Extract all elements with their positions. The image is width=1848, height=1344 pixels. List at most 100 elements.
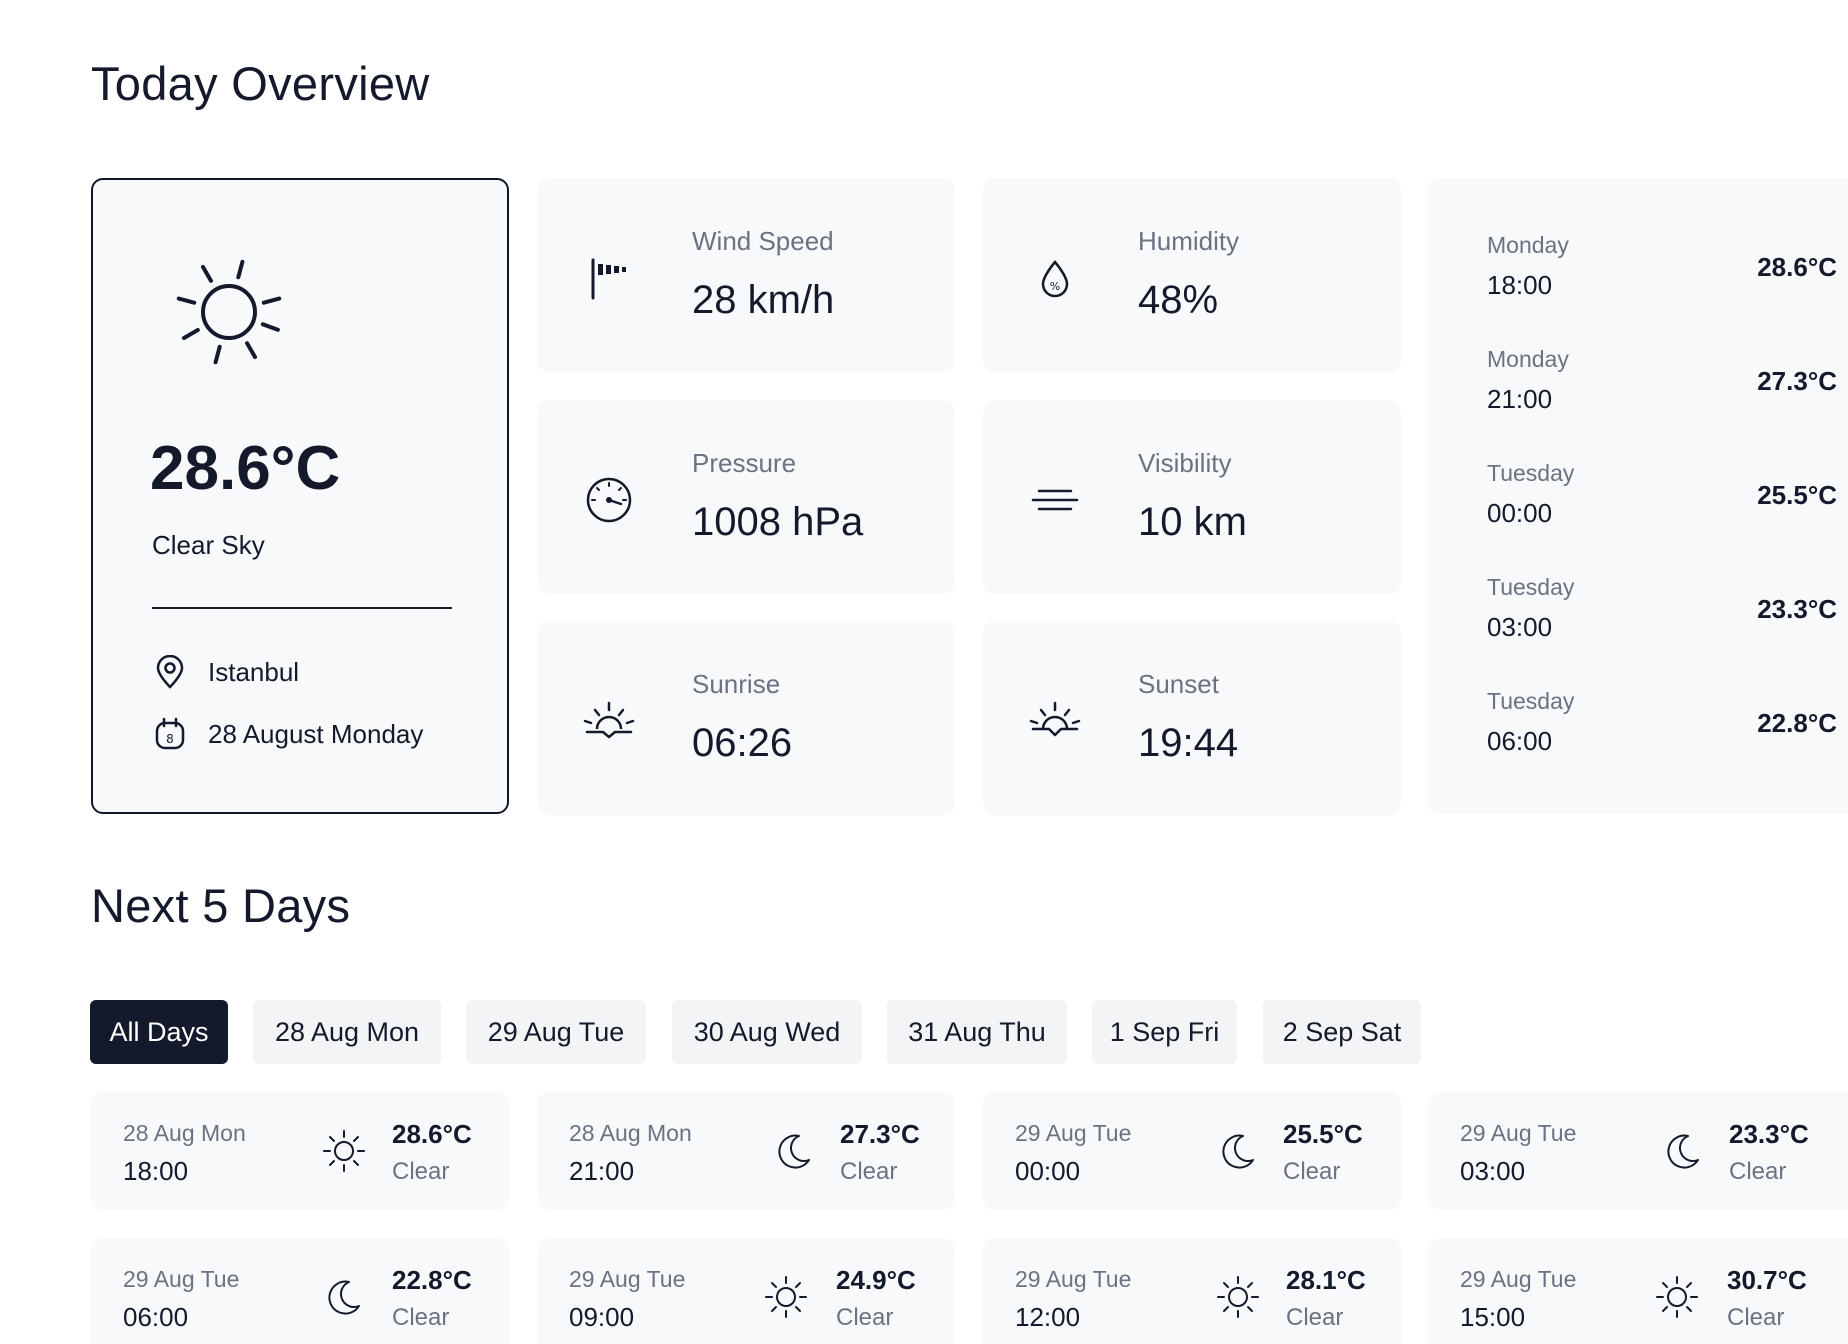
forecast-temp: 28.1°C: [1286, 1265, 1366, 1295]
forecast-card[interactable]: 29 Aug Tue 15:00 30.7°C Clear: [1428, 1238, 1848, 1344]
pressure-card[interactable]: Pressure 1008 hPa: [537, 400, 955, 594]
forecast-temp: 27.3°C: [840, 1119, 920, 1149]
humidity-drop-icon: %: [1027, 250, 1083, 306]
forecast-card[interactable]: 28 Aug Mon 21:00 27.3°C Clear: [537, 1092, 955, 1210]
hourly-item[interactable]: Monday 18:00 28.6°C: [1487, 232, 1837, 312]
tab-29-aug-tue[interactable]: 29 Aug Tue: [466, 1000, 646, 1064]
svg-text:%: %: [1050, 280, 1060, 293]
date-row: 8 28 August Monday: [154, 717, 423, 751]
hourly-time: 06:00: [1487, 726, 1553, 756]
hourly-temp: 23.3°C: [1757, 594, 1837, 624]
sunrise-label: Sunrise: [692, 669, 781, 699]
sun-icon: [1656, 1276, 1698, 1318]
forecast-date: 28 Aug Mon: [123, 1120, 246, 1146]
forecast-temp: 23.3°C: [1729, 1119, 1809, 1149]
forecast-time: 00:00: [1015, 1156, 1081, 1186]
forecast-temp: 24.9°C: [836, 1265, 916, 1295]
sunset-label: Sunset: [1138, 669, 1219, 699]
forecast-condition: Clear: [1727, 1304, 1785, 1331]
sunset-card[interactable]: Sunset 19:44: [983, 621, 1401, 815]
current-weather-card[interactable]: 28.6°C Clear Sky Istanbul 8 28 August Mo…: [91, 178, 509, 814]
hourly-day: Tuesday: [1487, 688, 1575, 714]
forecast-date: 29 Aug Tue: [569, 1266, 686, 1292]
hourly-temp: 22.8°C: [1757, 708, 1837, 738]
wind-speed-label: Wind Speed: [692, 226, 834, 256]
forecast-time: 21:00: [569, 1156, 635, 1186]
forecast-time: 03:00: [1460, 1156, 1526, 1186]
forecast-card[interactable]: 29 Aug Tue 12:00 28.1°C Clear: [983, 1238, 1401, 1344]
forecast-condition: Clear: [840, 1158, 898, 1185]
pressure-label: Pressure: [692, 448, 797, 478]
humidity-label: Humidity: [1138, 226, 1240, 256]
tab-all-days[interactable]: All Days: [90, 1000, 228, 1064]
tab-28-aug-mon[interactable]: 28 Aug Mon: [253, 1000, 441, 1064]
forecast-time: 12:00: [1015, 1302, 1081, 1332]
forecast-condition: Clear: [392, 1158, 450, 1185]
forecast-date: 28 Aug Mon: [569, 1120, 692, 1146]
location-name: Istanbul: [208, 656, 300, 687]
hourly-day: Monday: [1487, 232, 1569, 258]
windsock-icon: [581, 250, 637, 306]
humidity-card[interactable]: % Humidity 48%: [983, 178, 1401, 372]
sunset-icon: [1027, 693, 1083, 749]
sunrise-icon: [581, 693, 637, 749]
tab-30-aug-wed[interactable]: 30 Aug Wed: [672, 1000, 862, 1064]
fog-lines-icon: [1027, 472, 1083, 528]
moon-icon: [1667, 1134, 1699, 1169]
forecast-card[interactable]: 29 Aug Tue 00:00 25.5°C Clear: [983, 1092, 1401, 1210]
forecast-date: 29 Aug Tue: [1460, 1266, 1577, 1292]
forecast-date: 29 Aug Tue: [123, 1266, 240, 1292]
svg-text:8: 8: [166, 732, 174, 746]
forecast-card[interactable]: 28 Aug Mon 18:00 28.6°C Clear: [91, 1092, 509, 1210]
divider: [152, 607, 452, 609]
hourly-item[interactable]: Tuesday 03:00 23.3°C: [1487, 574, 1837, 654]
forecast-temp: 28.6°C: [392, 1119, 472, 1149]
sun-icon: [176, 259, 282, 365]
forecast-date: 29 Aug Tue: [1460, 1120, 1577, 1146]
location-row: Istanbul: [154, 655, 299, 689]
forecast-date: 29 Aug Tue: [1015, 1120, 1132, 1146]
current-condition: Clear Sky: [152, 530, 265, 560]
moon-icon: [1222, 1134, 1254, 1169]
tab-31-aug-thu[interactable]: 31 Aug Thu: [887, 1000, 1067, 1064]
forecast-temp: 22.8°C: [392, 1265, 472, 1295]
pressure-value: 1008 hPa: [692, 500, 864, 544]
next-5-days-title: Next 5 Days: [91, 879, 351, 932]
tab-1-sep-fri[interactable]: 1 Sep Fri: [1092, 1000, 1237, 1064]
forecast-condition: Clear: [836, 1304, 894, 1331]
hourly-time: 18:00: [1487, 270, 1553, 300]
forecast-time: 18:00: [123, 1156, 189, 1186]
forecast-card[interactable]: 29 Aug Tue 03:00 23.3°C Clear: [1428, 1092, 1848, 1210]
forecast-time: 09:00: [569, 1302, 635, 1332]
hourly-time: 03:00: [1487, 612, 1553, 642]
weather-dashboard: Today Overview 28.6°C Clear Sky Istanbul…: [0, 0, 1848, 1344]
hourly-item[interactable]: Tuesday 00:00 25.5°C: [1487, 460, 1837, 540]
humidity-value: 48%: [1138, 278, 1219, 322]
hourly-forecast-panel: Monday 18:00 28.6°C Monday 21:00 27.3°C …: [1428, 178, 1848, 814]
visibility-label: Visibility: [1138, 448, 1232, 478]
hourly-time: 21:00: [1487, 384, 1553, 414]
forecast-card[interactable]: 29 Aug Tue 09:00 24.9°C Clear: [537, 1238, 955, 1344]
sunrise-value: 06:26: [692, 721, 793, 765]
forecast-date: 29 Aug Tue: [1015, 1266, 1132, 1292]
forecast-condition: Clear: [1729, 1158, 1787, 1185]
wind-speed-value: 28 km/h: [692, 278, 835, 322]
visibility-card[interactable]: Visibility 10 km: [983, 400, 1401, 594]
sun-icon: [1217, 1276, 1259, 1318]
tab-2-sep-sat[interactable]: 2 Sep Sat: [1263, 1000, 1421, 1064]
current-temperature: 28.6°C: [150, 434, 341, 503]
hourly-temp: 28.6°C: [1757, 252, 1837, 282]
forecast-temp: 30.7°C: [1727, 1265, 1807, 1295]
wind-speed-card[interactable]: Wind Speed 28 km/h: [537, 178, 955, 372]
forecast-card[interactable]: 29 Aug Tue 06:00 22.8°C Clear: [91, 1238, 509, 1344]
sunset-value: 19:44: [1138, 721, 1239, 765]
hourly-time: 00:00: [1487, 498, 1553, 528]
hourly-item[interactable]: Tuesday 06:00 22.8°C: [1487, 688, 1837, 768]
hourly-day: Tuesday: [1487, 574, 1575, 600]
forecast-time: 06:00: [123, 1302, 189, 1332]
sunrise-card[interactable]: Sunrise 06:26: [537, 621, 955, 815]
hourly-item[interactable]: Monday 21:00 27.3°C: [1487, 346, 1837, 426]
visibility-value: 10 km: [1138, 500, 1247, 544]
moon-icon: [778, 1134, 810, 1169]
forecast-condition: Clear: [392, 1304, 450, 1331]
